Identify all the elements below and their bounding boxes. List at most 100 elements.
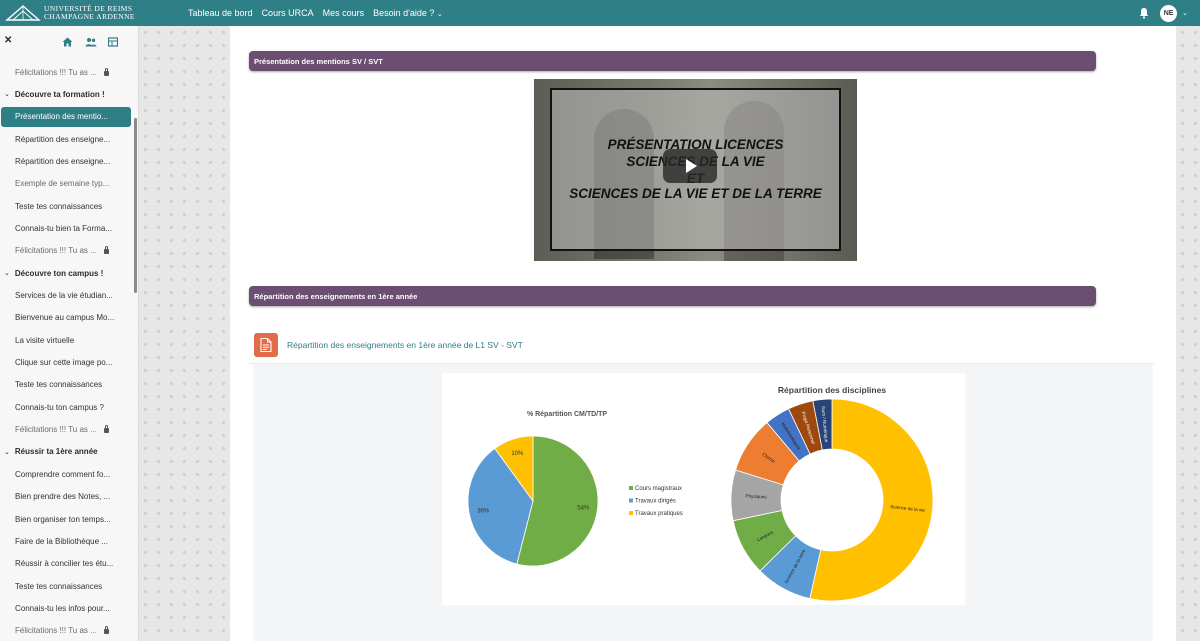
course-index-item[interactable]: Connais-tu les infos pour... <box>0 598 132 618</box>
nav-help-label: Besoin d'aide ? <box>373 8 435 18</box>
course-index-item[interactable]: Répartition des enseigne... <box>0 151 132 171</box>
nav-mes-cours[interactable]: Mes cours <box>323 8 365 18</box>
pie-legend-label: Travaux dirigés <box>635 499 676 505</box>
drawer-scrollbar[interactable] <box>134 118 137 293</box>
course-index-item[interactable]: Bien organiser ton temps... <box>0 509 132 529</box>
course-index-item[interactable]: Connais-tu bien ta Forma... <box>0 218 132 238</box>
chevron-down-icon[interactable]: ⌄ <box>4 269 10 277</box>
video-title-line: SCIENCES DE LA VIE ET DE LA TERRE <box>569 186 822 201</box>
donut-chart-title: Répartition des disciplines <box>778 385 886 395</box>
chevron-down-icon[interactable]: ⌄ <box>4 90 10 98</box>
close-drawer-icon[interactable]: ✕ <box>4 35 12 46</box>
course-index-item[interactable]: Teste tes connaissances <box>0 196 132 216</box>
lock-icon <box>103 425 109 434</box>
course-index-item-label: Connais-tu ton campus ? <box>15 402 104 412</box>
course-index-item-label: Connais-tu bien ta Forma... <box>15 223 112 233</box>
nav-help-menu[interactable]: Besoin d'aide ? ⌄ <box>373 8 443 18</box>
drawer-header: ✕ <box>0 26 138 56</box>
section-label: Découvre ton campus ! <box>14 268 104 278</box>
logo-line2: Champagne Ardenne <box>44 12 135 21</box>
donut-slice-label: Physiques <box>745 493 767 499</box>
decorative-dot-pattern-left <box>139 26 230 641</box>
course-index-item-label: Connais-tu les infos pour... <box>15 603 110 613</box>
university-logo[interactable]: Université de Reims Champagne Ardenne <box>5 4 180 22</box>
chevron-down-icon[interactable]: ⌄ <box>4 448 10 456</box>
university-logo-icon <box>5 5 41 21</box>
section-banner-repartition: Répartition des enseignements en 1ère an… <box>249 286 1096 306</box>
participants-icon[interactable] <box>85 36 97 47</box>
course-index-item-label: Faire de la Bibliothèque ... <box>15 536 108 546</box>
course-index-item-label: Bienvenue au campus Mo... <box>15 313 115 323</box>
pie-data-label: 10% <box>511 451 524 457</box>
pie-data-label: 54% <box>577 505 590 511</box>
course-section-header[interactable]: ⌄ Réussir ta 1ère année <box>0 442 132 462</box>
course-index-item-label: Répartition des enseigne... <box>15 134 111 144</box>
course-index-item[interactable]: Teste tes connaissances <box>0 375 132 395</box>
section-label: Réussir ta 1ère année <box>14 447 98 457</box>
course-index-item-label: Félicitations !!! Tu as ... <box>15 246 97 256</box>
course-index-item-label: Présentation des mentio... <box>15 112 108 122</box>
resource-link[interactable]: Répartition des enseignements en 1ère an… <box>287 340 523 350</box>
home-icon[interactable] <box>62 36 73 47</box>
resource-activity: Répartition des enseignements en 1ère an… <box>249 326 1155 364</box>
course-index-item[interactable]: La visite virtuelle <box>0 330 132 350</box>
course-section-header[interactable]: ⌄ Découvre ta formation ! <box>0 84 132 104</box>
course-content: Présentation des mentions SV / SVT PRÉSE… <box>230 26 1176 641</box>
course-index-item[interactable]: Comprendre comment fo... <box>0 464 132 484</box>
course-index-item[interactable]: Réussir à concilier tes étu... <box>0 554 132 574</box>
user-avatar[interactable]: NE <box>1160 4 1178 22</box>
course-index-item-label: Réussir à concilier tes étu... <box>15 559 114 569</box>
course-index-item[interactable]: Faire de la Bibliothèque ... <box>0 531 132 551</box>
course-index-item[interactable]: Félicitations !!! Tu as ... <box>0 420 132 440</box>
course-index-item[interactable]: Bienvenue au campus Mo... <box>0 308 132 328</box>
course-index-item[interactable]: Teste tes connaissances <box>0 576 132 596</box>
course-index-item-label: Bien organiser ton temps... <box>15 514 111 524</box>
decorative-dot-pattern-right <box>1176 26 1200 641</box>
top-navbar: Université de Reims Champagne Ardenne Ta… <box>0 0 1200 26</box>
course-index-item[interactable]: Répartition des enseigne... <box>0 129 132 149</box>
chart-image: % Répartition CM/TD/TP 54% 36% 10% Cours mag… <box>442 373 965 605</box>
user-menu-chevron-icon[interactable]: ⌄ <box>1182 9 1188 17</box>
nav-dashboard[interactable]: Tableau de bord <box>188 8 253 18</box>
pie-legend-label: Travaux pratiques <box>635 511 683 517</box>
drawer-header-icons <box>62 36 131 47</box>
course-index-item[interactable]: Connais-tu ton campus ? <box>0 397 132 417</box>
chevron-down-icon: ⌄ <box>436 11 443 18</box>
course-index-item[interactable]: Félicitations !!! Tu as ... <box>0 62 132 82</box>
course-index-item[interactable]: Bien prendre des Notes, ... <box>0 487 132 507</box>
course-index-item[interactable]: Exemple de semaine typ... <box>0 174 132 194</box>
nav-cours-urca[interactable]: Cours URCA <box>262 8 314 18</box>
pie-legend-label: Cours magistraux <box>635 486 682 492</box>
course-index-item-label: Teste tes connaissances <box>15 581 103 591</box>
course-index-item[interactable]: Félicitations !!! Tu as ... <box>0 621 132 641</box>
pie-legend-swatch <box>629 486 633 490</box>
video-player[interactable]: PRÉSENTATION LICENCES SCIENCES DE LA VIE… <box>534 79 857 261</box>
pdf-file-icon[interactable] <box>254 333 278 357</box>
course-index-item-label: La visite virtuelle <box>15 335 75 345</box>
course-index-item-active[interactable]: Présentation des mentio... <box>1 106 131 127</box>
course-index-item-label: Félicitations !!! Tu as ... <box>15 626 97 636</box>
course-index-item-label: Clique sur cette image po... <box>15 358 113 368</box>
user-area: NE ⌄ <box>1138 4 1188 22</box>
play-button[interactable] <box>663 149 717 183</box>
course-index-item[interactable]: Félicitations !!! Tu as ... <box>0 241 132 261</box>
course-index-item-label: Félicitations !!! Tu as ... <box>15 67 97 77</box>
lock-icon <box>103 67 109 76</box>
lock-icon <box>103 246 109 255</box>
course-index-item-label: Félicitations !!! Tu as ... <box>15 425 97 435</box>
course-index-item-label: Teste tes connaissances <box>15 380 103 390</box>
course-index-drawer: ✕ Félicitations !!! Tu as ... ⌄ Découvre t… <box>0 26 139 641</box>
gradebook-table-icon[interactable] <box>107 36 119 47</box>
pie-legend-swatch <box>629 511 633 515</box>
course-index-item[interactable]: Clique sur cette image po... <box>0 353 132 373</box>
logo-text: Université de Reims Champagne Ardenne <box>44 5 135 21</box>
lock-icon <box>103 626 109 635</box>
primary-nav: Tableau de bord Cours URCA Mes cours Bes… <box>188 8 452 18</box>
notification-bell-icon[interactable] <box>1138 7 1150 19</box>
course-index-item-label: Répartition des enseigne... <box>15 156 111 166</box>
course-section-header[interactable]: ⌄ Découvre ton campus ! <box>0 263 132 283</box>
course-index-item[interactable]: Services de la vie étudian... <box>0 286 132 306</box>
section-label: Découvre ta formation ! <box>14 89 105 99</box>
course-index-item-label: Bien prendre des Notes, ... <box>15 492 111 502</box>
charts-svg: % Répartition CM/TD/TP 54% 36% 10% Cours mag… <box>467 385 934 602</box>
